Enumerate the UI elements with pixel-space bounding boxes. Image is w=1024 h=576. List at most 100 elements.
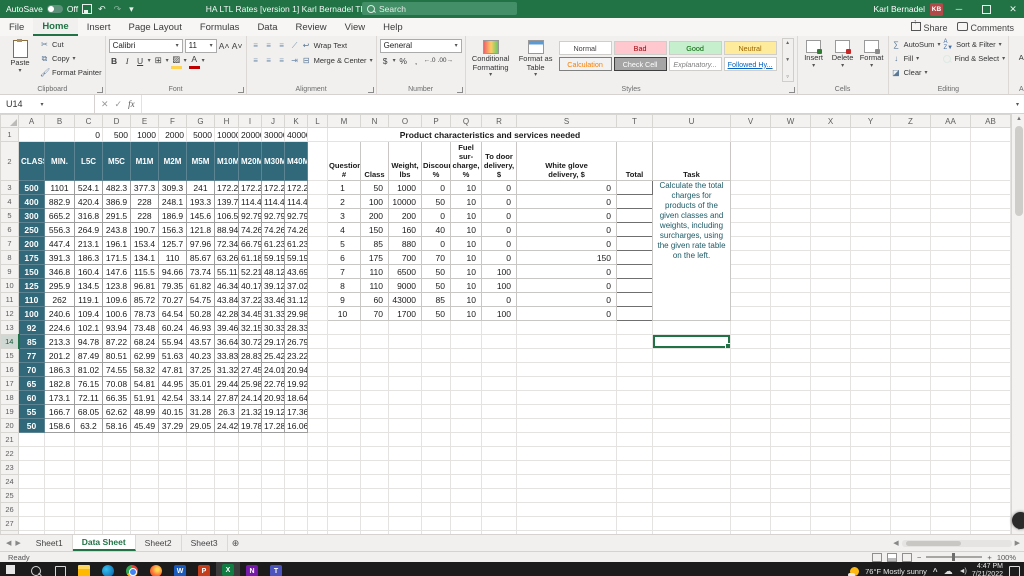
cell-AB9[interactable] xyxy=(971,265,1011,279)
cell-N21[interactable] xyxy=(361,433,389,447)
cell-P9[interactable]: 50 xyxy=(422,265,451,279)
cell-I25[interactable] xyxy=(239,489,262,503)
cell-S21[interactable] xyxy=(517,433,617,447)
cell-K27[interactable] xyxy=(285,517,308,531)
cell-N4[interactable]: 100 xyxy=(361,195,389,209)
cell-U1[interactable] xyxy=(653,128,731,142)
cell-N2[interactable]: Class xyxy=(361,142,389,181)
cell-AB8[interactable] xyxy=(971,251,1011,265)
cell-M16[interactable] xyxy=(328,363,361,377)
column-header-T[interactable]: T xyxy=(617,115,653,128)
cell-G7[interactable]: 97.96 xyxy=(187,237,215,251)
cell-K26[interactable] xyxy=(285,503,308,517)
cell-A17[interactable]: 65 xyxy=(19,377,45,391)
cell-L11[interactable] xyxy=(308,293,328,307)
cell-Z26[interactable] xyxy=(891,503,931,517)
cell-Z12[interactable] xyxy=(891,307,931,321)
column-header-N[interactable]: N xyxy=(361,115,389,128)
cell-M11[interactable]: 9 xyxy=(328,293,361,307)
cell-L17[interactable] xyxy=(308,377,328,391)
cell-AA23[interactable] xyxy=(931,461,971,475)
cell-Q19[interactable] xyxy=(451,405,482,419)
cell-S24[interactable] xyxy=(517,475,617,489)
cell-O15[interactable] xyxy=(389,349,422,363)
taskbar-search-button[interactable] xyxy=(24,562,48,576)
user-name[interactable]: Karl Bernadel xyxy=(873,4,925,14)
cell-AB18[interactable] xyxy=(971,391,1011,405)
cell-S20[interactable] xyxy=(517,419,617,433)
cell-A26[interactable] xyxy=(19,503,45,517)
cell-G12[interactable]: 50.28 xyxy=(187,307,215,321)
cell-H24[interactable] xyxy=(215,475,239,489)
cell-I5[interactable]: 92.79 xyxy=(239,209,262,223)
cell-AA3[interactable] xyxy=(931,181,971,195)
cell-L14[interactable] xyxy=(308,335,328,349)
cell-I10[interactable]: 40.17 xyxy=(239,279,262,293)
cell-B23[interactable] xyxy=(45,461,75,475)
cell-F2[interactable]: M2M xyxy=(159,142,187,181)
cell-R12[interactable]: 100 xyxy=(482,307,517,321)
cell-N23[interactable] xyxy=(361,461,389,475)
row-header-5[interactable]: 5 xyxy=(1,209,19,223)
cell-N27[interactable] xyxy=(361,517,389,531)
cell-L5[interactable] xyxy=(308,209,328,223)
cell-I18[interactable]: 24.14 xyxy=(239,391,262,405)
find-select-button[interactable]: Find & Select▾ xyxy=(943,52,1005,65)
align-bottom-icon[interactable]: ≡ xyxy=(276,39,287,52)
autosum-button[interactable]: ∑AutoSum▾ xyxy=(892,38,941,51)
cell-U23[interactable] xyxy=(653,461,731,475)
cell-E8[interactable]: 134.1 xyxy=(131,251,159,265)
cell-F15[interactable]: 51.63 xyxy=(159,349,187,363)
cell-D5[interactable]: 291.5 xyxy=(103,209,131,223)
cell-Y7[interactable] xyxy=(851,237,891,251)
cell-Y19[interactable] xyxy=(851,405,891,419)
column-header-Q[interactable]: Q xyxy=(451,115,482,128)
cell-V14[interactable] xyxy=(731,335,771,349)
cell-E9[interactable]: 115.5 xyxy=(131,265,159,279)
cell-L27[interactable] xyxy=(308,517,328,531)
cell-M3[interactable]: 1 xyxy=(328,181,361,195)
cell-D7[interactable]: 196.1 xyxy=(103,237,131,251)
cell-Z14[interactable] xyxy=(891,335,931,349)
cell-V8[interactable] xyxy=(731,251,771,265)
cell-U13[interactable] xyxy=(653,321,731,335)
cell-V18[interactable] xyxy=(731,391,771,405)
cell-V26[interactable] xyxy=(731,503,771,517)
cell-W10[interactable] xyxy=(771,279,811,293)
cell-A8[interactable]: 175 xyxy=(19,251,45,265)
cell-B5[interactable]: 665.2 xyxy=(45,209,75,223)
cell-Z10[interactable] xyxy=(891,279,931,293)
cell-Y17[interactable] xyxy=(851,377,891,391)
cell-Y21[interactable] xyxy=(851,433,891,447)
cell-O10[interactable]: 9000 xyxy=(389,279,422,293)
cell-T13[interactable] xyxy=(617,321,653,335)
cell-Z4[interactable] xyxy=(891,195,931,209)
cell-L25[interactable] xyxy=(308,489,328,503)
cell-J7[interactable]: 61.23 xyxy=(262,237,285,251)
cell-G6[interactable]: 121.8 xyxy=(187,223,215,237)
cell-J16[interactable]: 24.01 xyxy=(262,363,285,377)
column-header-X[interactable]: X xyxy=(811,115,851,128)
taskbar-teams-button[interactable]: T xyxy=(264,562,288,576)
cell-AA13[interactable] xyxy=(931,321,971,335)
cell-O20[interactable] xyxy=(389,419,422,433)
cell-L2[interactable] xyxy=(308,142,328,181)
row-header-21[interactable]: 21 xyxy=(1,433,19,447)
cell-F17[interactable]: 44.95 xyxy=(159,377,187,391)
orientation-icon[interactable]: ⟋ xyxy=(289,39,300,52)
cell-X18[interactable] xyxy=(811,391,851,405)
row-header-26[interactable]: 26 xyxy=(1,503,19,517)
cell-K12[interactable]: 29.98 xyxy=(285,307,308,321)
cell-N20[interactable] xyxy=(361,419,389,433)
cell-X12[interactable] xyxy=(811,307,851,321)
cell-Y27[interactable] xyxy=(851,517,891,531)
cell-J5[interactable]: 92.79 xyxy=(262,209,285,223)
cell-H19[interactable]: 26.3 xyxy=(215,405,239,419)
cell-I11[interactable]: 37.22 xyxy=(239,293,262,307)
gallery-scroll[interactable]: ▲▼▿ xyxy=(782,38,794,82)
percent-icon[interactable]: % xyxy=(398,54,409,67)
cell-H5[interactable]: 106.5 xyxy=(215,209,239,223)
cell-Z8[interactable] xyxy=(891,251,931,265)
cell-D18[interactable]: 66.35 xyxy=(103,391,131,405)
cell-P16[interactable] xyxy=(422,363,451,377)
